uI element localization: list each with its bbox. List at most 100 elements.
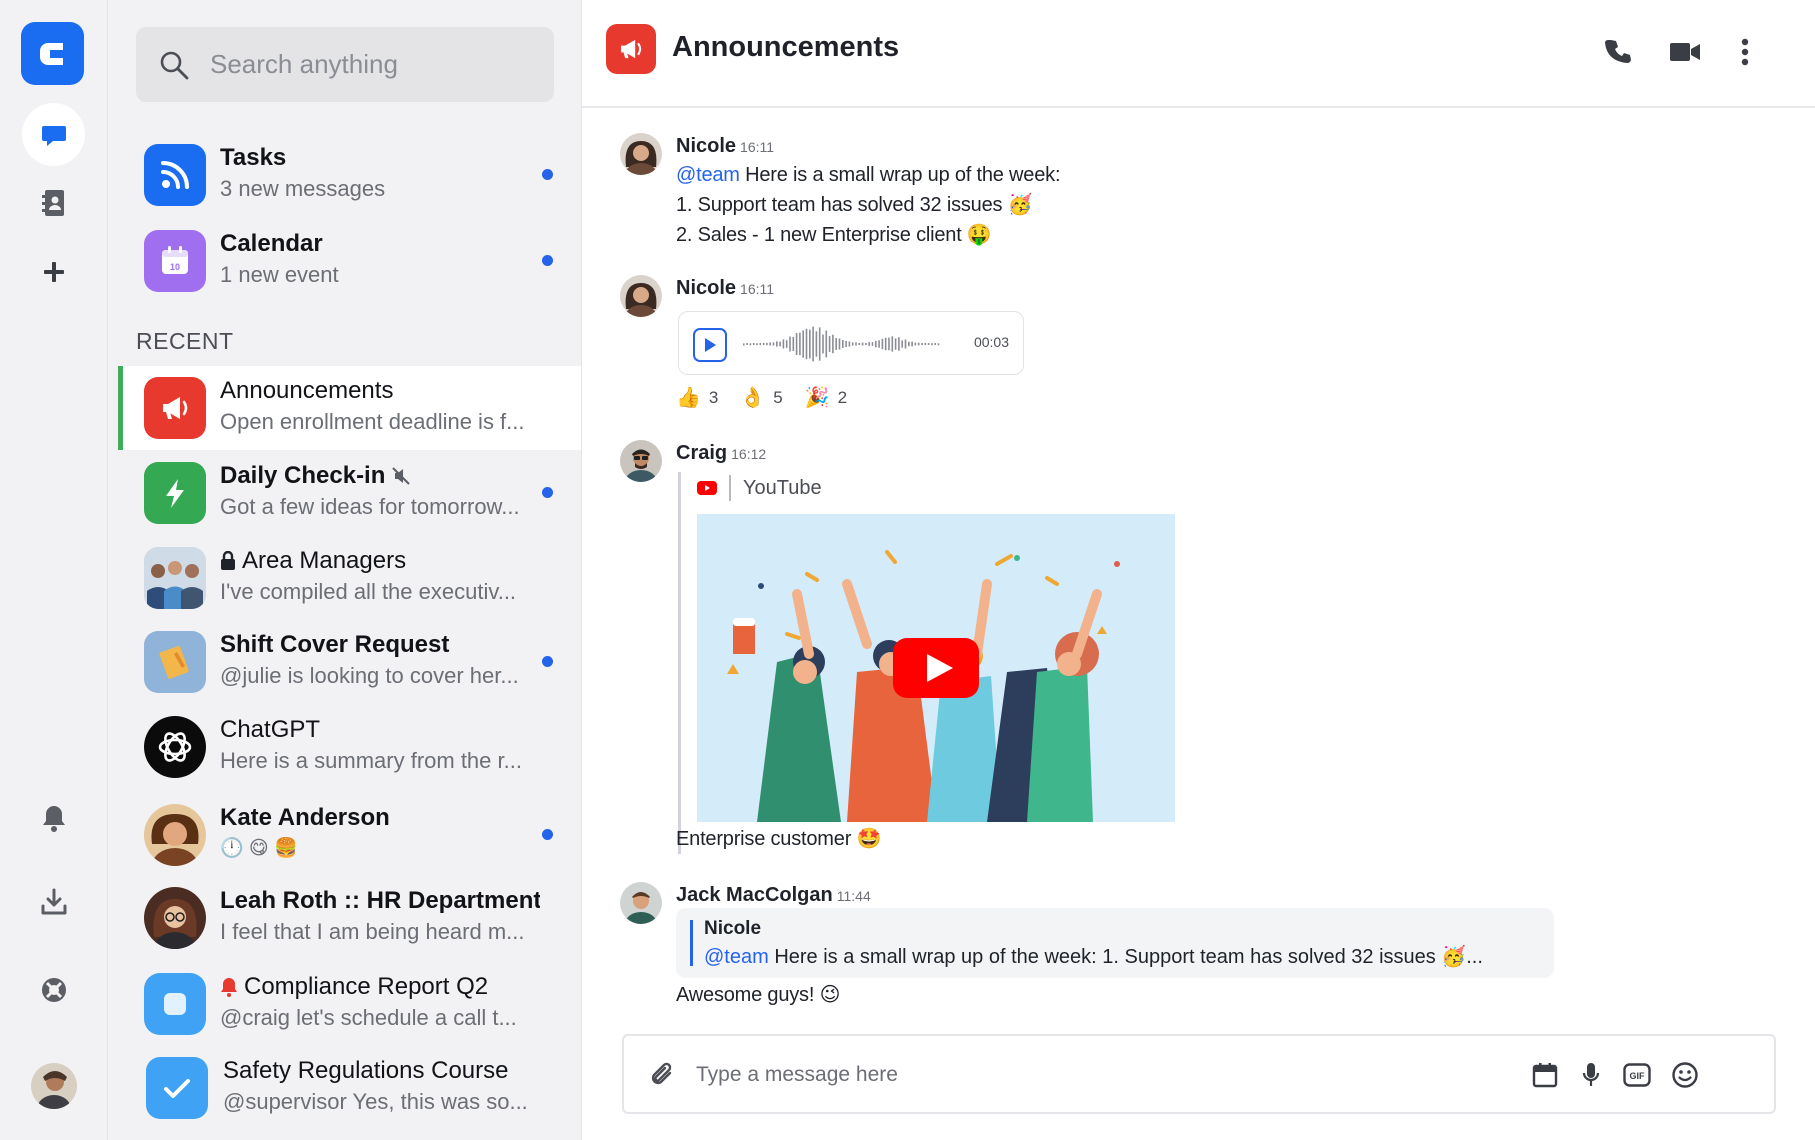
- schedule-button[interactable]: [1528, 1058, 1562, 1092]
- waveform-bar: [871, 342, 874, 346]
- smiley-icon: [1672, 1062, 1698, 1088]
- link-source: YouTube: [743, 476, 822, 499]
- craig-avatar[interactable]: [620, 440, 662, 482]
- megaphone-icon: [621, 39, 642, 59]
- kate-anderson-avatar: [144, 804, 206, 866]
- conversation-preview: @supervisor Yes, this was so...: [223, 1089, 528, 1114]
- reaction-thumbs-up[interactable]: 👍 3: [676, 385, 718, 410]
- waveform-bar: [752, 343, 755, 345]
- chat-bubble-icon: [41, 125, 66, 146]
- gif-label: GIF: [1630, 1071, 1646, 1081]
- search-box[interactable]: [136, 27, 554, 102]
- shift-cover-avatar: [144, 631, 206, 693]
- app-logo[interactable]: [21, 22, 84, 85]
- link-preview[interactable]: YouTube: [678, 472, 1178, 854]
- waveform-bar: [795, 333, 798, 355]
- message-input[interactable]: [696, 1058, 1476, 1092]
- safety-avatar: [146, 1057, 208, 1119]
- mention-link[interactable]: @team: [704, 946, 769, 968]
- waveform-bar: [914, 342, 917, 346]
- waveform-bar: [743, 343, 745, 346]
- waveform-bar: [884, 337, 887, 351]
- waveform-bar: [805, 328, 808, 360]
- waveform-bar: [812, 326, 814, 362]
- paperclip-icon: [651, 1062, 672, 1085]
- waveform-bar: [888, 337, 890, 351]
- tasks-avatar: [144, 144, 206, 206]
- conversation-kate-anderson[interactable]: Kate Anderson 🕛 😋 🍔: [118, 793, 581, 877]
- reaction-party[interactable]: 🎉 2: [805, 385, 847, 410]
- pinned-item-tasks[interactable]: Tasks 3 new messages: [118, 133, 581, 217]
- openai-logo-icon: [158, 732, 192, 762]
- reaction-count: 5: [773, 387, 783, 407]
- waveform-bar: [769, 342, 771, 346]
- checkmark-icon: [164, 1079, 190, 1098]
- mention-link[interactable]: @team: [676, 164, 740, 186]
- message-author[interactable]: Jack MacColgan: [676, 884, 833, 906]
- conversation-list-panel: Tasks 3 new messages 10 Calendar 1 new e…: [108, 0, 582, 1140]
- conversation-compliance-report[interactable]: Compliance Report Q2 @craig let's schedu…: [118, 962, 581, 1046]
- video-camera-icon: [1670, 43, 1700, 61]
- message-author[interactable]: Craig: [676, 442, 727, 464]
- waveform-bar: [855, 342, 857, 346]
- waveform-bar: [828, 336, 831, 352]
- conversation-shift-cover-request[interactable]: Shift Cover Request @julie is looking to…: [118, 620, 581, 704]
- conversation-daily-check-in[interactable]: Daily Check-in Got a few ideas for tomor…: [118, 451, 581, 535]
- nicole-avatar[interactable]: [620, 133, 662, 175]
- waveform-bar: [917, 342, 920, 346]
- conversation-leah-roth[interactable]: Leah Roth :: HR Department I feel that I…: [118, 876, 581, 960]
- message-composer: GIF: [622, 1034, 1776, 1114]
- pinned-item-calendar[interactable]: 10 Calendar 1 new event: [118, 219, 581, 303]
- square-icon: [164, 993, 186, 1015]
- message-time: 16:11: [740, 139, 775, 155]
- add-nav-button[interactable]: [22, 240, 85, 303]
- gif-button[interactable]: GIF: [1620, 1058, 1654, 1092]
- waveform-bar: [776, 341, 778, 347]
- waveform-bar: [858, 343, 861, 345]
- user-avatar[interactable]: [31, 1063, 77, 1109]
- chats-nav-button[interactable]: [22, 103, 85, 166]
- conversation-title: Shift Cover Request: [220, 631, 450, 658]
- waveform-bar: [927, 343, 930, 345]
- waveform-bar: [868, 342, 870, 346]
- conversation-preview: @julie is looking to cover her...: [220, 663, 519, 688]
- waveform-bar: [901, 340, 903, 348]
- lifebuoy-icon: [41, 977, 66, 1002]
- download-nav-button[interactable]: [22, 870, 85, 933]
- quoted-message[interactable]: Nicole @team Here is a small wrap up of …: [676, 908, 1554, 978]
- conversation-title: Area Managers: [242, 547, 407, 574]
- jack-avatar[interactable]: [620, 882, 662, 924]
- unread-dot: [542, 487, 553, 498]
- conversation-chatgpt[interactable]: ChatGPT Here is a summary from the r...: [118, 705, 581, 789]
- search-input[interactable]: [210, 49, 540, 80]
- voice-call-button[interactable]: [1599, 32, 1639, 72]
- voice-record-button[interactable]: [1574, 1058, 1608, 1092]
- notifications-nav-button[interactable]: [22, 786, 85, 849]
- conversation-preview: 3 new messages: [220, 176, 386, 201]
- waveform-bar: [815, 331, 818, 357]
- reaction-ok-hand[interactable]: 👌 5: [740, 385, 782, 410]
- help-nav-button[interactable]: [22, 958, 85, 1021]
- waveform-bar: [772, 342, 775, 346]
- nicole-avatar[interactable]: [620, 275, 662, 317]
- video-thumbnail[interactable]: [697, 514, 1175, 822]
- message-author[interactable]: Nicole: [676, 135, 736, 157]
- video-call-button[interactable]: [1665, 32, 1705, 72]
- reaction-count: 3: [708, 387, 719, 407]
- conversation-area-managers[interactable]: Area Managers I've compiled all the exec…: [118, 536, 581, 620]
- leah-roth-avatar: [144, 887, 206, 949]
- emoji-button[interactable]: [1668, 1058, 1702, 1092]
- message-author[interactable]: Nicole: [676, 277, 736, 299]
- more-options-button[interactable]: [1725, 32, 1765, 72]
- waveform-bar: [911, 341, 913, 347]
- audio-waveform[interactable]: [743, 324, 943, 364]
- conversation-announcements[interactable]: Announcements Open enrollment deadline i…: [118, 366, 581, 450]
- download-icon: [41, 888, 66, 914]
- play-button[interactable]: [693, 328, 727, 362]
- attach-button[interactable]: [646, 1058, 680, 1092]
- conversation-title: Safety Regulations Course: [223, 1057, 509, 1084]
- waveform-bar: [746, 343, 748, 345]
- contacts-nav-button[interactable]: [22, 171, 85, 234]
- megaphone-icon: [163, 397, 188, 419]
- conversation-safety-regulations[interactable]: Safety Regulations Course @supervisor Ye…: [118, 1046, 581, 1130]
